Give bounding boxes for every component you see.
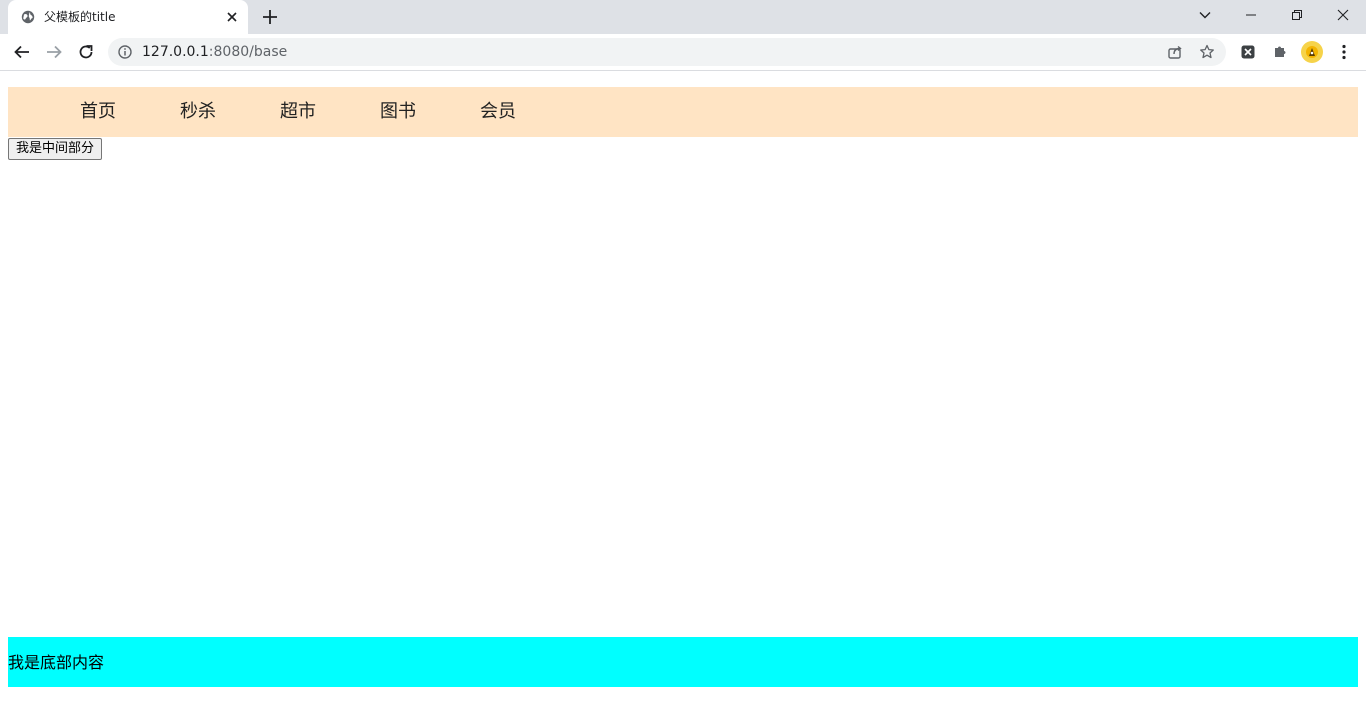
restore-icon bbox=[1292, 10, 1302, 20]
puzzle-icon bbox=[1275, 46, 1286, 57]
profile-avatar[interactable] bbox=[1301, 41, 1323, 63]
browser-toolbar: 127.0.0.1:8080/base bbox=[0, 34, 1366, 70]
tab-search-button[interactable] bbox=[1194, 4, 1216, 26]
close-tab-icon[interactable] bbox=[224, 9, 240, 25]
forward-button[interactable] bbox=[42, 40, 66, 64]
restore-button[interactable] bbox=[1274, 0, 1320, 30]
web-page: 首页 秒杀 超市 图书 会员 我是中间部分 我是底部内容 bbox=[0, 71, 1366, 723]
nav-link-supermarket[interactable]: 超市 bbox=[280, 101, 316, 123]
close-window-button[interactable] bbox=[1320, 0, 1366, 30]
extension-x-button[interactable] bbox=[1237, 41, 1259, 63]
tab-strip: 父模板的title bbox=[0, 0, 1366, 34]
browser-tab[interactable]: 父模板的title bbox=[8, 0, 248, 34]
extensions-button[interactable] bbox=[1269, 41, 1291, 63]
browser-menu-button[interactable] bbox=[1333, 41, 1355, 63]
nav-link-books[interactable]: 图书 bbox=[380, 101, 416, 123]
middle-section-button[interactable]: 我是中间部分 bbox=[8, 138, 103, 160]
url-path: :8080/base bbox=[208, 44, 288, 60]
globe-icon bbox=[21, 10, 35, 24]
minimize-button[interactable] bbox=[1228, 0, 1274, 30]
nav-link-home[interactable]: 首页 bbox=[80, 101, 116, 123]
address-bar[interactable]: 127.0.0.1:8080/base bbox=[108, 38, 1226, 66]
url-host: 127.0.0.1 bbox=[142, 44, 209, 60]
kebab-menu-icon bbox=[1342, 44, 1346, 60]
arrow-left-icon bbox=[14, 45, 29, 59]
new-tab-icon[interactable] bbox=[260, 7, 280, 27]
reload-icon bbox=[79, 45, 93, 59]
chevron-down-icon bbox=[1199, 12, 1211, 19]
reload-button[interactable] bbox=[74, 40, 98, 64]
avatar-icon bbox=[1306, 46, 1318, 58]
arrow-right-icon bbox=[47, 45, 62, 59]
minimize-icon bbox=[1246, 14, 1256, 16]
close-icon bbox=[1337, 9, 1349, 21]
url-text: 127.0.0.1:8080/base bbox=[142, 44, 287, 60]
nav-link-flash-sale[interactable]: 秒杀 bbox=[180, 101, 216, 123]
share-icon[interactable] bbox=[1167, 44, 1183, 60]
site-nav-bar: 首页 秒杀 超市 图书 会员 bbox=[8, 87, 1358, 137]
tab-title: 父模板的title bbox=[44, 10, 116, 24]
extension-x-icon bbox=[1241, 45, 1255, 59]
page-footer: 我是底部内容 bbox=[8, 637, 1358, 687]
bookmark-star-icon[interactable] bbox=[1199, 44, 1215, 60]
info-icon[interactable] bbox=[118, 45, 132, 59]
back-button[interactable] bbox=[10, 40, 34, 64]
nav-link-membership[interactable]: 会员 bbox=[480, 101, 516, 123]
footer-text: 我是底部内容 bbox=[8, 653, 105, 672]
